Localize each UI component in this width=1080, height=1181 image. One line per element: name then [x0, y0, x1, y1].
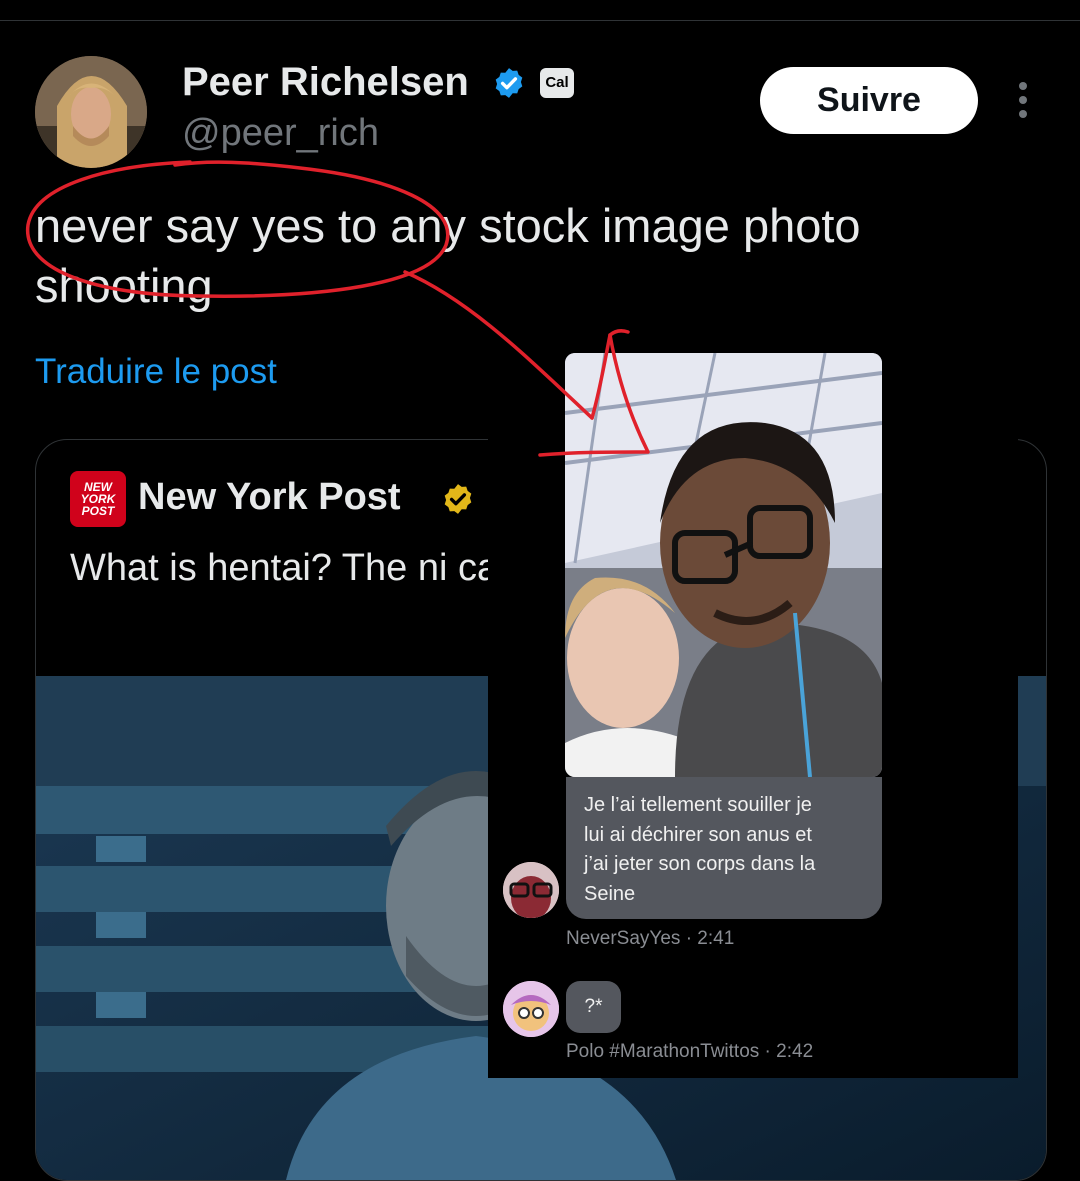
- message-meta: NeverSayYes · 2:41: [566, 928, 735, 949]
- reply-avatar[interactable]: [503, 981, 559, 1037]
- nyp-logo: NEW YORK POST: [70, 471, 126, 527]
- message-line: Je l’ai tellement souiller je: [584, 794, 812, 816]
- author-handle[interactable]: @peer_rich: [182, 112, 379, 155]
- selfie-photo: [565, 353, 882, 777]
- sender-avatar[interactable]: [503, 862, 559, 918]
- translate-link[interactable]: Traduire le post: [35, 352, 277, 392]
- quoted-author-name[interactable]: New York Post: [138, 476, 401, 519]
- gold-verified-badge-icon: [444, 484, 472, 514]
- message-line: Seine: [584, 882, 636, 905]
- author-avatar[interactable]: [35, 56, 147, 168]
- message-bubble[interactable]: Je l’ai tellement souiller je lui ai déc…: [566, 777, 882, 919]
- affiliate-badge[interactable]: Cal: [540, 68, 574, 98]
- author-name[interactable]: Peer Richelsen: [182, 60, 469, 105]
- verified-badge-icon: [495, 68, 523, 98]
- more-options-icon[interactable]: [1010, 82, 1036, 122]
- tweet-text: never say yes to any stock image photo s…: [35, 199, 861, 312]
- reply-bubble[interactable]: ?*: [566, 981, 621, 1033]
- top-divider: [0, 20, 1080, 21]
- reply-meta: Polo #MarathonTwittos · 2:42: [566, 1041, 814, 1062]
- message-line: lui ai déchirer son anus et: [584, 823, 812, 846]
- message-line: j’ai jeter son corps dans la: [584, 853, 816, 875]
- follow-button[interactable]: Suivre: [760, 67, 978, 134]
